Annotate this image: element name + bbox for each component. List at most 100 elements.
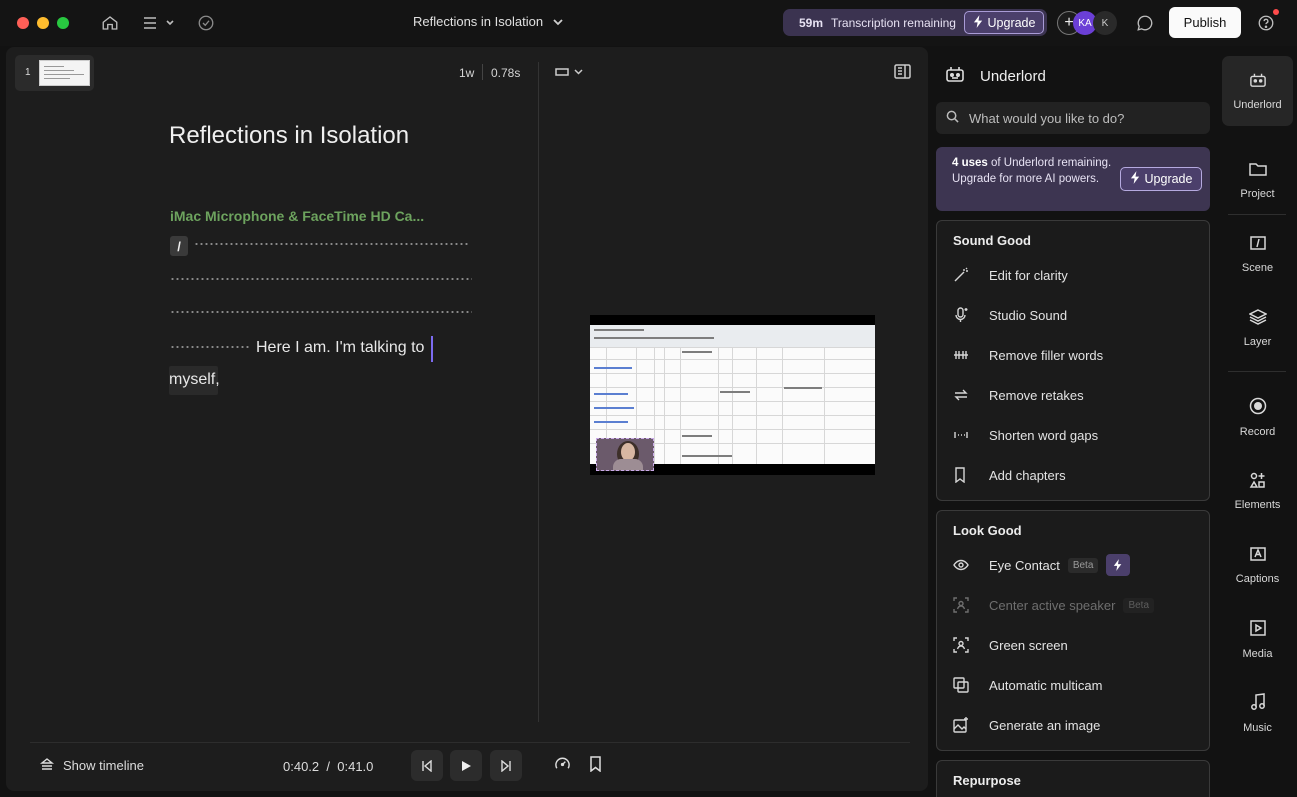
- rail-item-scene[interactable]: Scene: [1222, 219, 1293, 289]
- zoom-window-button[interactable]: [57, 17, 69, 29]
- timeline-icon: [40, 757, 54, 774]
- item-label: Edit for clarity: [989, 267, 1068, 283]
- item-label: Add chapters: [989, 467, 1066, 483]
- check-circle-icon[interactable]: [195, 12, 217, 34]
- folder-icon: [1248, 161, 1267, 180]
- captions-icon: [1249, 546, 1267, 565]
- usage-promo-text: 4 uses of Underlord remaining. Upgrade f…: [952, 155, 1112, 187]
- rail-label: Scene: [1241, 261, 1274, 274]
- automatic-multicam-item[interactable]: Automatic multicam: [953, 673, 1102, 697]
- close-window-button[interactable]: [17, 17, 29, 29]
- green-screen-item[interactable]: Green screen: [953, 633, 1068, 657]
- aspect-ratio-button[interactable]: [555, 64, 589, 80]
- rail-item-media[interactable]: Media: [1222, 604, 1293, 674]
- section-title: Repurpose: [953, 773, 1021, 788]
- divider: [30, 742, 910, 743]
- silence-gap-dots: [194, 243, 470, 245]
- remove-retakes-item[interactable]: Remove retakes: [953, 383, 1084, 407]
- generate-image-item[interactable]: Generate an image: [953, 713, 1100, 737]
- remove-filler-words-item[interactable]: Remove filler words: [953, 343, 1103, 367]
- upgrade-button[interactable]: Upgrade: [964, 11, 1044, 34]
- playback-speed-icon[interactable]: [554, 756, 571, 778]
- scene-thumbnail-image: [39, 60, 90, 86]
- music-note-icon: [1250, 692, 1266, 714]
- rail-label: Music: [1243, 721, 1272, 734]
- upgrade-label: Upgrade: [987, 15, 1036, 30]
- promo-upgrade-button[interactable]: Upgrade: [1120, 167, 1202, 191]
- item-label: Shorten word gaps: [989, 427, 1099, 443]
- microphone-sparkle-icon: [953, 307, 977, 323]
- record-icon: [1249, 397, 1267, 418]
- green-screen-icon: [953, 637, 977, 653]
- rail-item-underlord[interactable]: Underlord: [1222, 56, 1293, 126]
- webcam-overlay[interactable]: [596, 438, 654, 471]
- uses-count: 4 uses: [952, 157, 988, 169]
- focus-person-icon: [953, 597, 977, 613]
- section-title: Sound Good: [953, 233, 1031, 248]
- item-label: Generate an image: [989, 717, 1101, 733]
- edit-for-clarity-item[interactable]: Edit for clarity: [953, 263, 1068, 287]
- rail-label: Layer: [1243, 335, 1272, 348]
- minimize-window-button[interactable]: [37, 17, 49, 29]
- transcription-time: 59m: [799, 15, 824, 30]
- item-label: Green screen: [989, 637, 1068, 653]
- text-cursor: [431, 336, 433, 362]
- menu-icon[interactable]: [140, 12, 176, 34]
- bolt-icon: [1106, 554, 1131, 576]
- gap-word-count[interactable]: 1w: [459, 66, 474, 80]
- help-icon[interactable]: [1255, 12, 1277, 34]
- divider: [1228, 214, 1286, 215]
- shorten-word-gaps-item[interactable]: Shorten word gaps: [953, 423, 1098, 447]
- transcript-text[interactable]: myself,: [169, 371, 220, 389]
- editor-divider: [538, 62, 539, 722]
- script-title[interactable]: Reflections in Isolation: [169, 122, 409, 150]
- rail-label: Captions: [1235, 572, 1280, 585]
- publish-button[interactable]: Publish: [1169, 7, 1241, 38]
- document-title[interactable]: Reflections in Isolation: [413, 14, 543, 29]
- silence-gap-dots: [170, 278, 472, 280]
- bookmark-icon[interactable]: [589, 756, 602, 777]
- repeat-icon: [953, 387, 977, 403]
- rail-item-record[interactable]: Record: [1222, 382, 1293, 452]
- gap-duration[interactable]: 0.78s: [491, 66, 520, 80]
- layers-icon: [1247, 308, 1268, 328]
- playback-time: 0:40.2 / 0:41.0: [283, 759, 373, 774]
- rail-item-elements[interactable]: Elements: [1222, 456, 1293, 526]
- eye-contact-item[interactable]: Eye Contact Beta: [953, 553, 1131, 577]
- bolt-icon: [973, 14, 984, 31]
- rail-item-layer[interactable]: Layer: [1222, 293, 1293, 363]
- eye-icon: [953, 557, 977, 573]
- bolt-icon: [1130, 171, 1141, 187]
- item-label: Studio Sound: [989, 307, 1068, 323]
- underlord-search-input[interactable]: What would you like to do?: [936, 102, 1210, 134]
- transcription-label: Transcription remaining: [831, 15, 956, 30]
- rail-item-project[interactable]: Project: [1222, 145, 1293, 215]
- center-active-speaker-item[interactable]: Center active speaker Beta: [953, 593, 1155, 617]
- panel-toggle-icon[interactable]: [894, 64, 911, 84]
- search-placeholder: What would you like to do?: [969, 110, 1125, 126]
- chevron-down-icon[interactable]: [551, 13, 565, 36]
- beta-badge: Beta: [1123, 597, 1155, 613]
- rail-item-captions[interactable]: Captions: [1222, 530, 1293, 600]
- avatar[interactable]: K: [1093, 11, 1117, 35]
- time-separator: /: [326, 759, 331, 774]
- item-label: Remove filler words: [989, 347, 1104, 363]
- current-time: 0:40.2: [283, 759, 320, 774]
- add-chapters-item[interactable]: Add chapters: [953, 463, 1066, 487]
- silence-gap-dots: [170, 346, 250, 348]
- image-sparkle-icon: [953, 717, 977, 733]
- multicam-icon: [953, 677, 977, 693]
- rail-label: Project: [1240, 187, 1275, 200]
- speaker-label[interactable]: iMac Microphone & FaceTime HD Ca...: [170, 208, 424, 224]
- skip-back-button[interactable]: [411, 750, 443, 781]
- play-button[interactable]: [450, 750, 482, 781]
- studio-sound-item[interactable]: Studio Sound: [953, 303, 1067, 327]
- home-icon[interactable]: [99, 12, 121, 34]
- transcript-text[interactable]: Here I am. I'm talking to: [256, 339, 424, 357]
- comment-icon[interactable]: [1134, 12, 1156, 34]
- upgrade-label: Upgrade: [1144, 172, 1193, 186]
- show-timeline-button[interactable]: Show timeline: [40, 757, 144, 774]
- skip-forward-button[interactable]: [490, 750, 522, 781]
- rail-item-music[interactable]: Music: [1222, 678, 1293, 748]
- slash-command-chip[interactable]: /: [170, 236, 188, 256]
